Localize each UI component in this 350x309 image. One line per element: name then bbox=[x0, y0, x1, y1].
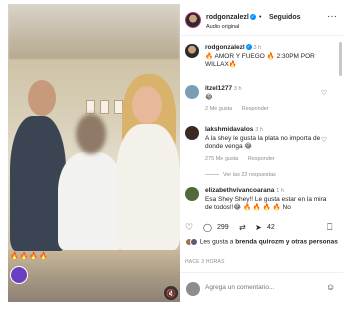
post-header: rodgonzalezl ✓ • Seguidos Audio original … bbox=[181, 4, 343, 36]
caption-text: 🔥 AMOR Y FUEGO 🔥 2:30PM POR WILLAX🔥 bbox=[205, 52, 315, 69]
caption-time: 3 h bbox=[253, 45, 262, 51]
liker-avatar bbox=[190, 238, 198, 246]
person-man-head bbox=[28, 80, 56, 116]
media-avatar-overlay bbox=[10, 266, 28, 284]
comment-time: 3 h bbox=[255, 127, 263, 133]
speaker-muted-icon: 🔇 bbox=[166, 288, 176, 298]
caption-username[interactable]: rodgonzalezl bbox=[205, 44, 245, 51]
comment-text: 😂 bbox=[205, 93, 213, 101]
verified-badge-icon: ✓ bbox=[245, 44, 252, 51]
comments-scrollbar[interactable] bbox=[339, 42, 342, 76]
comment-avatar[interactable] bbox=[185, 126, 199, 140]
verified-badge-icon: ✓ bbox=[249, 14, 256, 21]
person-woman-right-face bbox=[132, 86, 162, 124]
like-heart-icon[interactable]: ♡ bbox=[185, 222, 193, 233]
comment-meta: 2 Me gusta Responder bbox=[205, 105, 325, 114]
comment-meta: 275 Me gusta Responder bbox=[205, 155, 325, 164]
comment-text: A la shey le gusta la plata no importa d… bbox=[205, 134, 321, 151]
comment-username[interactable]: itzel1277 bbox=[205, 85, 232, 92]
media-emoji-overlay: 🔥🔥🔥🔥 bbox=[10, 253, 49, 260]
post-time-ago[interactable]: HACE 3 HORAS bbox=[185, 259, 225, 265]
bookmark-icon[interactable]: ⎕ bbox=[327, 222, 332, 233]
caption-avatar[interactable] bbox=[185, 44, 199, 58]
comment-text: Esa Shey Shey!! Le gusta estar en la mir… bbox=[205, 195, 327, 212]
repost-icon[interactable]: ⇄ bbox=[239, 223, 246, 232]
comment-likes[interactable]: 275 Me gusta bbox=[205, 156, 238, 162]
reply-button[interactable]: Responder bbox=[242, 106, 269, 112]
comment-body: itzel1277 3 h 😂 2 Me gusta Responder bbox=[205, 85, 325, 114]
author-username-text[interactable]: rodgonzalezl bbox=[206, 14, 249, 21]
mute-button[interactable]: 🔇 bbox=[164, 286, 178, 300]
emoji-picker-icon[interactable]: ☺ bbox=[326, 282, 335, 292]
post-side-panel: rodgonzalezl ✓ • Seguidos Audio original … bbox=[181, 4, 343, 302]
person-woman-middle-head bbox=[76, 114, 106, 154]
share-icon[interactable]: ➤ bbox=[255, 223, 262, 232]
comment-avatar[interactable] bbox=[185, 187, 199, 201]
wall-decoration bbox=[86, 100, 95, 114]
person-woman-right-body bbox=[116, 124, 180, 250]
author-avatar[interactable] bbox=[185, 12, 201, 28]
comment-time: 1 h bbox=[276, 188, 284, 194]
current-user-avatar bbox=[186, 282, 200, 296]
audio-link[interactable]: Audio original bbox=[206, 24, 239, 30]
comment-username[interactable]: elizabethvivancoarana bbox=[205, 187, 274, 194]
more-options-icon[interactable]: ··· bbox=[327, 11, 337, 22]
likes-suffix[interactable]: y otras personas bbox=[286, 239, 338, 246]
comment-avatar[interactable] bbox=[185, 85, 199, 99]
author-username[interactable]: rodgonzalezl ✓ bbox=[206, 14, 256, 21]
wall-decoration bbox=[100, 100, 109, 114]
action-bar: ♡ ◯ 299 ⇄ ➤ 42 ⎕ bbox=[181, 220, 343, 236]
comment-body: lakshmidavalos 3 h A la shey le gusta la… bbox=[205, 126, 325, 163]
likes-prefix: Les gusta a bbox=[199, 238, 234, 246]
share-count: 42 bbox=[267, 224, 275, 231]
caption-body: rodgonzalezl ✓ 3 h 🔥 AMOR Y FUEGO 🔥 2:30P… bbox=[205, 44, 325, 70]
add-comment-bar: ☺ bbox=[181, 272, 343, 302]
reply-button[interactable]: Responder bbox=[248, 156, 275, 162]
comment-count: 299 bbox=[217, 224, 229, 231]
media-background-top bbox=[8, 4, 180, 60]
comment-like-heart-icon[interactable]: ♡ bbox=[321, 136, 327, 144]
comment-like-heart-icon[interactable]: ♡ bbox=[321, 89, 327, 97]
view-replies-button[interactable]: Ver las 22 respuestas bbox=[205, 172, 276, 178]
comment-time: 3 h bbox=[233, 86, 242, 92]
likes-user[interactable]: brenda quirozm bbox=[235, 239, 284, 246]
comment-likes[interactable]: 2 Me gusta bbox=[205, 106, 232, 112]
following-button[interactable]: Seguidos bbox=[269, 14, 301, 21]
post-modal: 🔥🔥🔥🔥 🔇 rodgonzalezl ✓ • Seguidos Audio or… bbox=[0, 0, 350, 309]
comment-bubble-icon[interactable]: ◯ bbox=[203, 223, 212, 232]
comment-username[interactable]: lakshmidavalos bbox=[205, 126, 253, 133]
comment-body: elizabethvivancoarana 1 h Esa Shey Shey!… bbox=[205, 187, 333, 213]
person-woman-middle-body bbox=[58, 152, 124, 250]
likes-summary: Les gusta a brenda quirozm y otras perso… bbox=[185, 238, 339, 247]
comments-list[interactable]: rodgonzalezl ✓ 3 h 🔥 AMOR Y FUEGO 🔥 2:30P… bbox=[181, 37, 341, 219]
post-media[interactable]: 🔥🔥🔥🔥 🔇 bbox=[8, 4, 180, 302]
comment-input[interactable] bbox=[205, 284, 305, 291]
separator-dot: • bbox=[259, 14, 262, 21]
